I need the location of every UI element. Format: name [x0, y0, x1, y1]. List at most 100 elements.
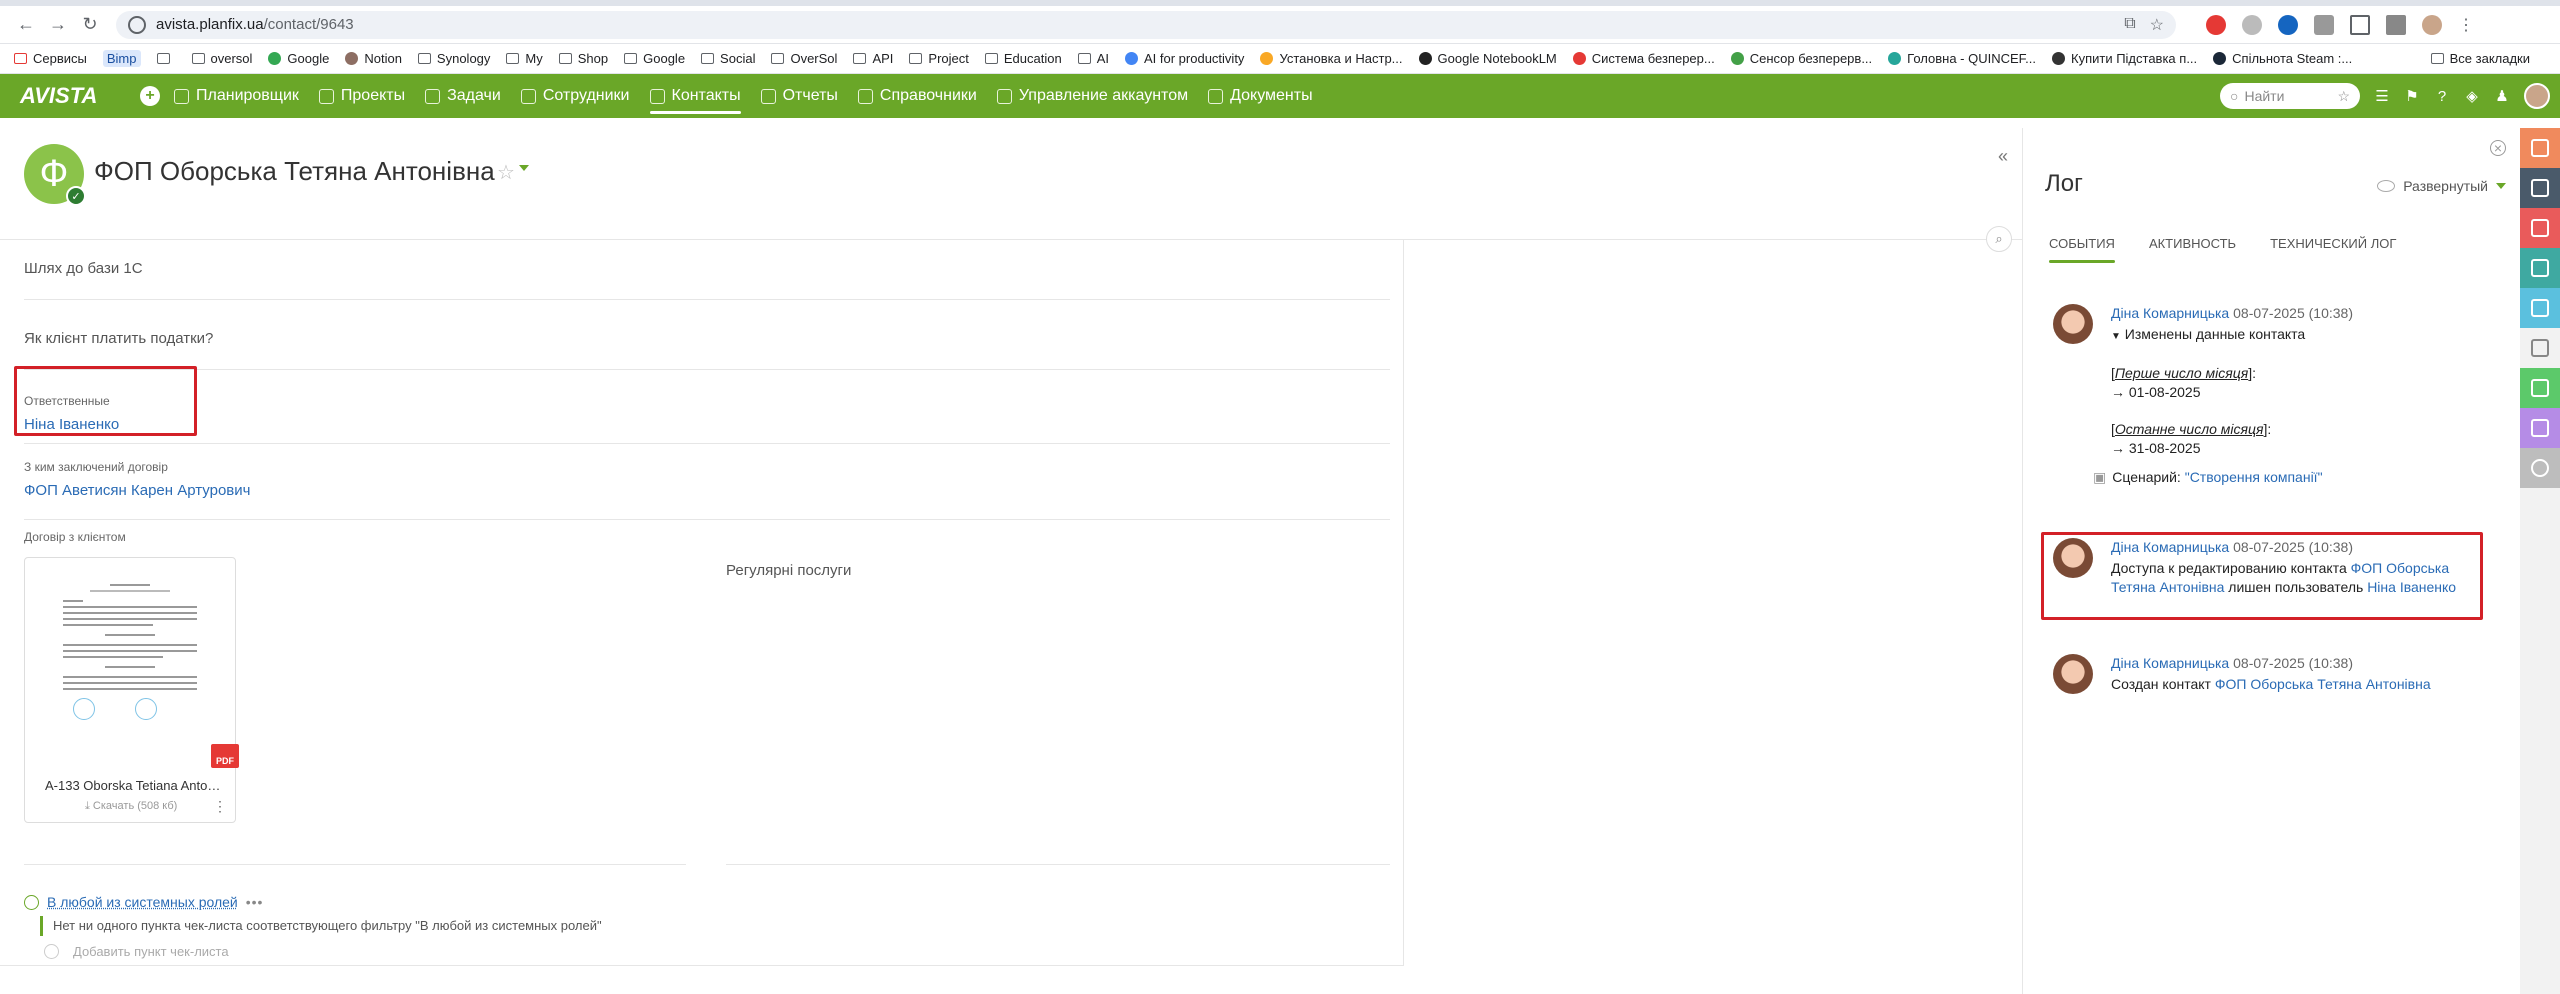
inbox-icon[interactable] [2520, 248, 2560, 288]
task-icon[interactable] [2520, 208, 2560, 248]
contact-link[interactable]: ФОП Оборська Тетяна Антонівна [2215, 676, 2431, 692]
bookmark-shop[interactable]: Shop [558, 51, 608, 66]
extension-icon[interactable] [2242, 14, 2262, 35]
more-dots-icon[interactable]: ••• [246, 894, 264, 910]
bookmark-quincef[interactable]: Головна - QUINCEF... [1888, 51, 2036, 66]
collapse-panel-icon[interactable]: « [1998, 146, 2008, 167]
bookmark-google-folder[interactable]: Google [624, 51, 685, 66]
document-name[interactable]: А-133 Oborska Tetiana Antoniv... [45, 778, 225, 793]
bookmark-ai-productivity[interactable]: AI for productivity [1125, 51, 1244, 66]
author-avatar[interactable] [2053, 304, 2093, 344]
comment-icon[interactable] [2520, 128, 2560, 168]
layers-icon[interactable]: ◈ [2464, 88, 2480, 105]
site-info-icon[interactable] [128, 15, 146, 34]
nav-contacts[interactable]: Контакты [649, 74, 741, 118]
adblock-icon[interactable] [2206, 14, 2226, 35]
help-icon[interactable]: ? [2434, 88, 2450, 105]
bookmark-ai[interactable]: AI [1077, 51, 1109, 66]
contact-card-icon[interactable] [2520, 168, 2560, 208]
author-link[interactable]: Діна Комарницька [2111, 655, 2229, 671]
bookmark-google[interactable]: Google [268, 51, 329, 66]
bookmark-oversol-folder[interactable]: OverSol [771, 51, 837, 66]
employees-icon [520, 88, 536, 104]
add-icon[interactable]: + [140, 86, 160, 106]
bookmark-bimp[interactable]: Bimp [102, 50, 141, 67]
author-avatar[interactable] [2053, 654, 2093, 694]
docs-icon[interactable] [2520, 288, 2560, 328]
tab-activity[interactable]: АКТИВНОСТЬ [2149, 236, 2236, 259]
bookmark-grid[interactable] [156, 53, 176, 64]
responsible-link[interactable]: Ніна Іваненко [24, 416, 1390, 433]
bookmark-sensor[interactable]: Сенсор безперерв... [1730, 51, 1872, 66]
bookmark-api[interactable]: API [853, 51, 893, 66]
menu-dots-icon[interactable]: ⋮ [2458, 15, 2474, 35]
app-search-input[interactable]: ○ Найти ☆ [2220, 83, 2360, 109]
bookmark-my[interactable]: My [506, 51, 543, 66]
nav-reports[interactable]: Отчеты [760, 74, 838, 118]
search-icon[interactable]: ⌕ [1986, 226, 2012, 252]
menu-icon[interactable]: ☰ [2374, 88, 2390, 105]
expand-triangle-icon[interactable]: ▼ [2111, 331, 2121, 342]
bookmark-install[interactable]: Установка и Настр... [1260, 51, 1403, 66]
bookmark-education[interactable]: Education [984, 51, 1062, 66]
minus-circle-icon[interactable] [2520, 448, 2560, 488]
bookmark-notion[interactable]: Notion [345, 51, 402, 66]
nav-tasks[interactable]: Задачи [425, 74, 501, 118]
favorite-star-icon[interactable]: ☆ [497, 160, 515, 185]
bookmark-services[interactable]: Сервисы [14, 51, 87, 66]
nav-projects[interactable]: Проекты [318, 74, 405, 118]
bookmark-project[interactable]: Project [909, 51, 969, 66]
bookmark-social[interactable]: Social [701, 51, 755, 66]
nav-planner[interactable]: Планировщик [174, 74, 299, 118]
scenario-link[interactable]: "Створення компанії" [2185, 469, 2323, 485]
author-link[interactable]: Діна Комарницька [2111, 305, 2229, 321]
tab-events[interactable]: СОБЫТИЯ [2049, 236, 2115, 263]
checklist-filter-link[interactable]: В любой из системных ролей [47, 894, 238, 910]
bookmark-buy[interactable]: Купити Підставка п... [2052, 51, 2197, 66]
chevron-down-icon[interactable] [519, 165, 529, 171]
add-checklist-item[interactable]: Добавить пункт чек-листа [44, 944, 229, 959]
more-options-icon[interactable]: ⋮ [213, 798, 227, 815]
puzzle-icon[interactable] [2314, 14, 2334, 35]
bookmark-star-icon[interactable]: ☆ [2150, 15, 2164, 35]
clipboard-icon[interactable] [2520, 328, 2560, 368]
scenario-icon: ▣ [2093, 469, 2107, 485]
shield-icon[interactable] [2278, 14, 2298, 35]
bookmark-system[interactable]: Система безперер... [1572, 51, 1715, 66]
field-db-path[interactable]: Шлях до бази 1С [24, 260, 1390, 300]
bookmark-all[interactable]: Все закладки [2430, 51, 2530, 66]
users-icon[interactable]: ♟ [2494, 88, 2510, 105]
key-icon[interactable] [2520, 368, 2560, 408]
document-card[interactable]: PDF А-133 Oborska Tetiana Antoniv... ⤓ С… [24, 557, 239, 823]
forward-icon[interactable]: → [42, 9, 74, 41]
app-logo[interactable]: AVISTA [20, 83, 140, 109]
contract-with-link[interactable]: ФОП Аветисян Карен Артурович [24, 482, 1390, 499]
install-app-icon[interactable]: ⧉ [2124, 15, 2135, 35]
checklist-header[interactable]: В любой из системных ролей ••• [24, 894, 263, 910]
user-avatar[interactable] [2524, 83, 2550, 109]
field-tax[interactable]: Як клієнт платить податки? [24, 330, 1390, 370]
document-download[interactable]: ⤓ Скачать (508 кб) [85, 800, 177, 813]
reload-icon[interactable]: ↻ [74, 9, 106, 41]
bookmark-oversol[interactable]: oversol [191, 51, 252, 66]
nav-documents[interactable]: Документы [1208, 74, 1313, 118]
sidepanel-icon[interactable] [2386, 14, 2406, 35]
close-icon[interactable]: × [2490, 140, 2506, 156]
profile-avatar[interactable] [2422, 14, 2442, 35]
address-bar[interactable]: avista.planfix.ua/contact/9643 ⧉ ☆ [116, 10, 2176, 39]
download-icon[interactable] [2350, 14, 2370, 35]
projects-icon [318, 88, 334, 104]
star-icon[interactable]: ☆ [2337, 88, 2350, 105]
nav-account[interactable]: Управление аккаунтом [996, 74, 1188, 118]
back-icon[interactable]: ← [10, 9, 42, 41]
bookmark-notebooklm[interactable]: Google NotebookLM [1418, 51, 1557, 66]
notification-icon[interactable]: ⚑ [2404, 88, 2420, 105]
folder-icon [853, 53, 867, 64]
tab-tech-log[interactable]: ТЕХНИЧЕСКИЙ ЛОГ [2270, 236, 2396, 259]
log-mode-select[interactable]: Развернутый [2377, 178, 2506, 194]
bookmark-steam[interactable]: Спільнота Steam :... [2213, 51, 2352, 66]
nav-directories[interactable]: Справочники [857, 74, 977, 118]
bookmark-synology[interactable]: Synology [417, 51, 490, 66]
chart-icon[interactable] [2520, 408, 2560, 448]
nav-employees[interactable]: Сотрудники [520, 74, 630, 118]
